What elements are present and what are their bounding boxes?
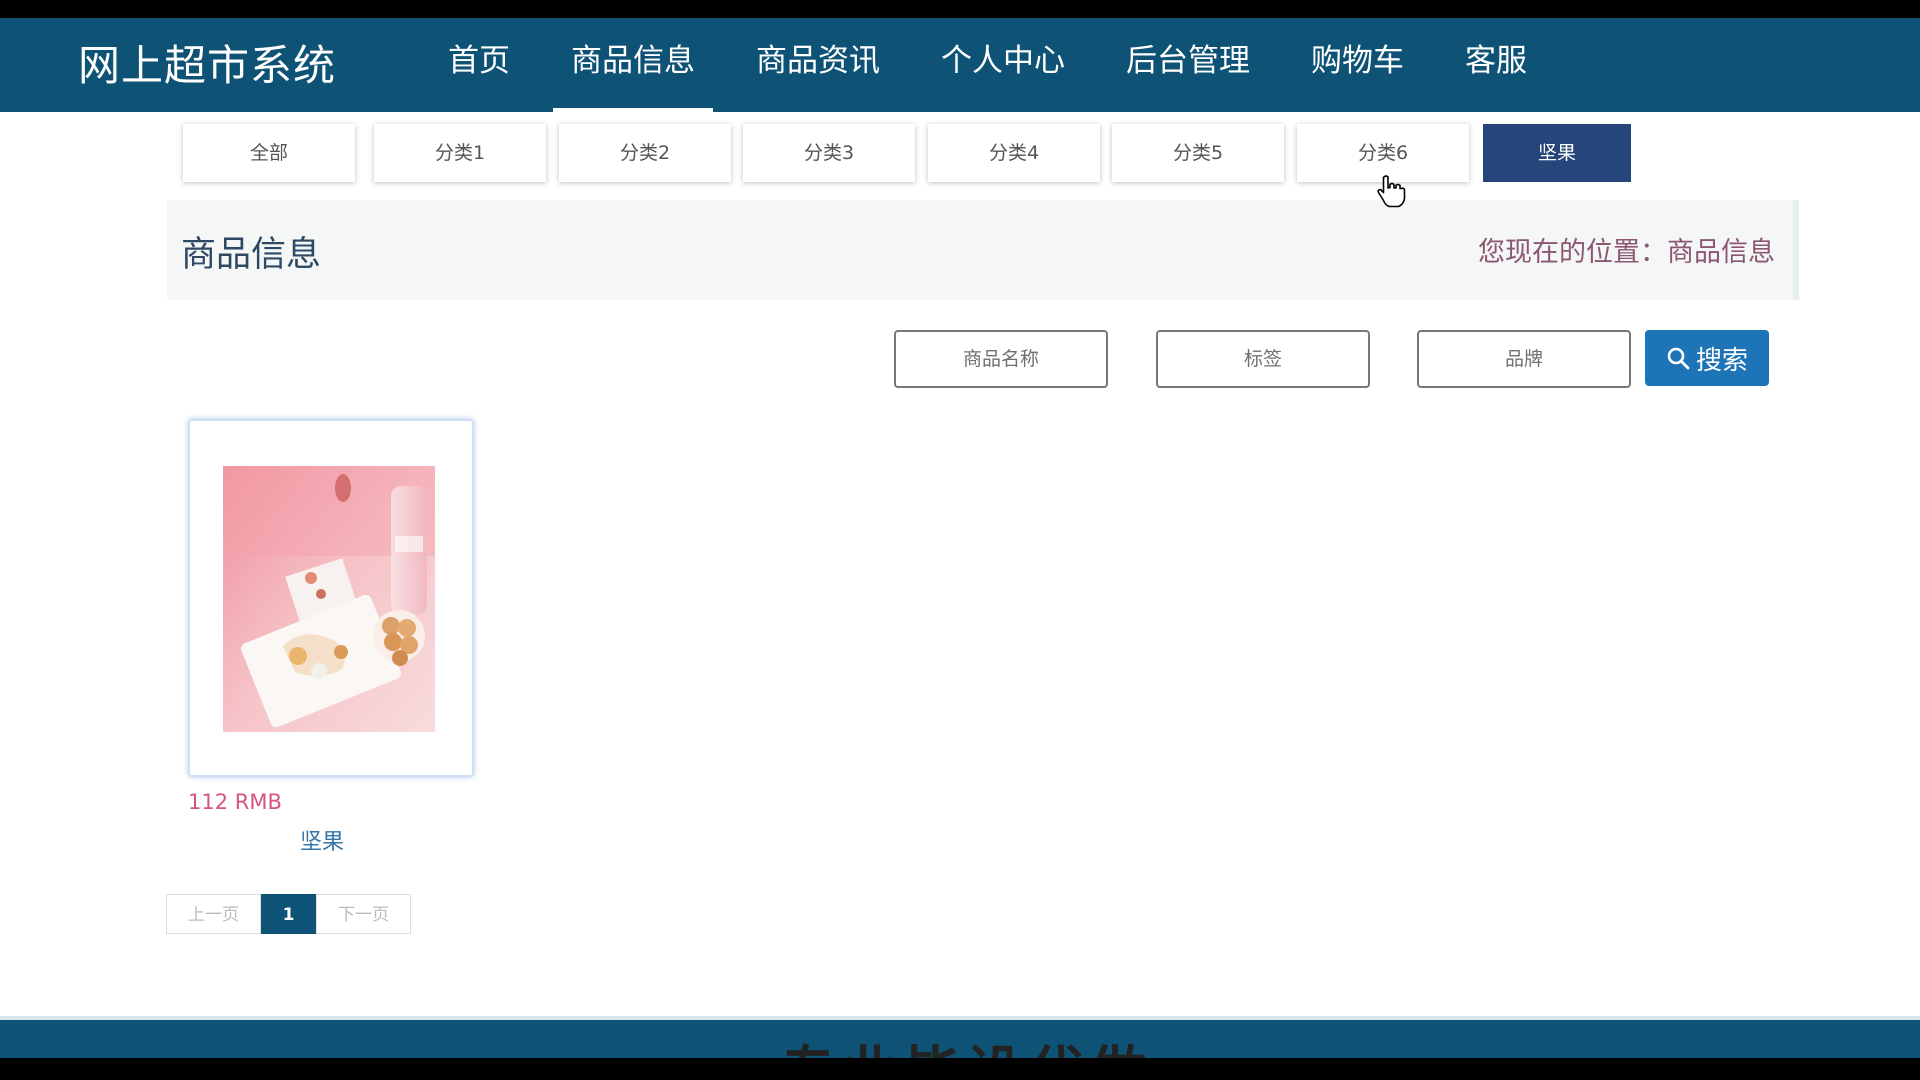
nav-item-profile[interactable]: 个人中心 [923,18,1083,112]
brand-title: 网上超市系统 [78,41,337,90]
nav-item-support[interactable]: 客服 [1447,18,1545,112]
nav-menu: 首页 商品信息 商品资讯 个人中心 后台管理 购物车 客服 [430,18,1570,112]
hand-pointer-icon [1377,175,1406,208]
footer-caption: 专业毕设代做 [780,1028,1152,1058]
breadcrumb: 您现在的位置：商品信息 [1478,237,1775,268]
nav-item-cart[interactable]: 购物车 [1293,18,1422,112]
current-page-button[interactable]: 1 [261,894,316,934]
nav-item-products[interactable]: 商品信息 [553,18,713,112]
next-page-button[interactable]: 下一页 [316,894,411,934]
pagination: 上一页 1 下一页 [166,894,411,934]
top-navigation: 网上超市系统 首页 商品信息 商品资讯 个人中心 后台管理 购物车 客服 [0,18,1920,112]
product-name-link[interactable]: 坚果 [300,824,344,856]
product-price: 112 RMB [188,790,282,814]
category-tab-nuts[interactable]: 坚果 [1483,124,1631,182]
footer-bar: 专业毕设代做 [0,1016,1920,1058]
category-tab-5[interactable]: 分类5 [1112,124,1284,182]
page-title: 商品信息 [181,235,322,275]
product-image [223,466,435,732]
page-header: 商品信息 您现在的位置：商品信息 [167,200,1799,300]
tag-input[interactable] [1156,330,1370,388]
product-name-input[interactable] [894,330,1108,388]
nav-item-home[interactable]: 首页 [430,18,528,112]
category-tab-3[interactable]: 分类3 [743,124,915,182]
search-icon [1667,347,1690,370]
nav-item-admin[interactable]: 后台管理 [1108,18,1268,112]
nav-item-news[interactable]: 商品资讯 [738,18,898,112]
category-tab-2[interactable]: 分类2 [559,124,731,182]
search-button[interactable]: 搜索 [1645,330,1769,386]
category-tab-4[interactable]: 分类4 [928,124,1100,182]
browser-viewport: 网上超市系统 首页 商品信息 商品资讯 个人中心 后台管理 购物车 客服 全部 … [0,18,1920,1058]
category-tab-1[interactable]: 分类1 [374,124,546,182]
brand-input[interactable] [1417,330,1631,388]
product-card[interactable] [188,419,474,777]
category-tab-all[interactable]: 全部 [183,124,355,182]
search-button-label: 搜索 [1695,345,1748,376]
prev-page-button[interactable]: 上一页 [166,894,261,934]
